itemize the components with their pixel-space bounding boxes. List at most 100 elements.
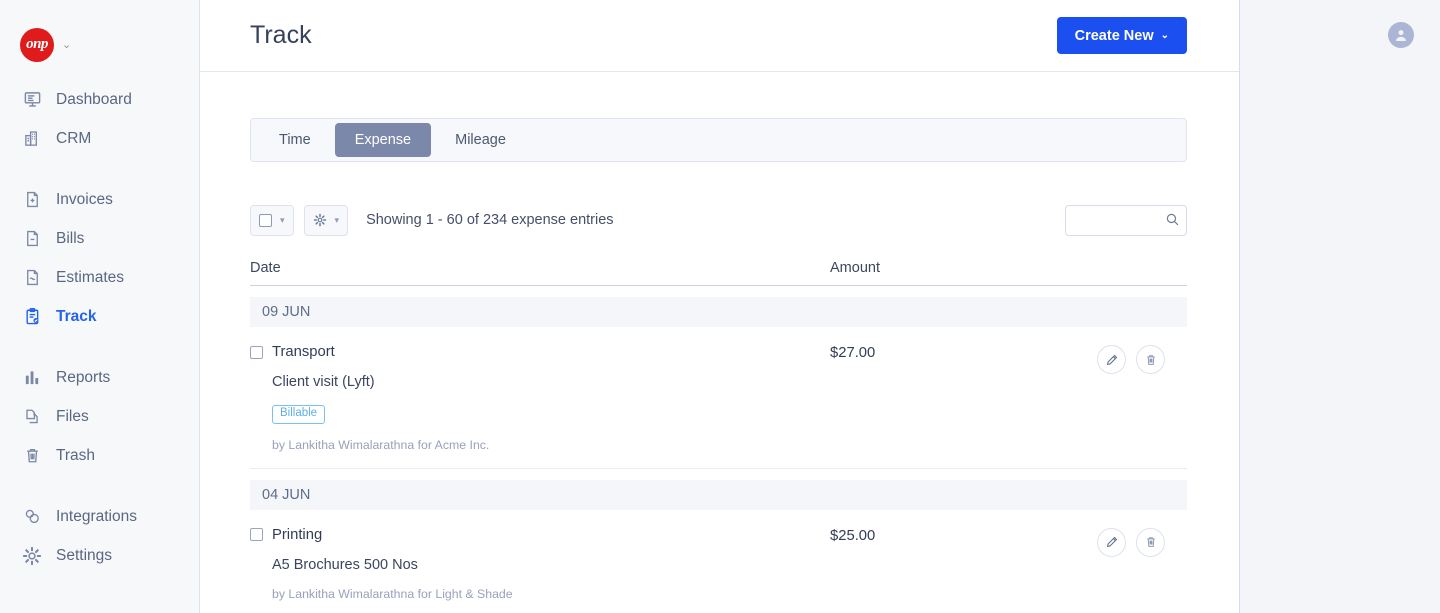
row-checkbox[interactable]: [250, 528, 263, 541]
sidebar-group-billing: Invoices Bills Estimates Track: [0, 180, 199, 336]
sidebar-item-trash[interactable]: Trash: [0, 436, 199, 475]
sidebar-item-label: Invoices: [56, 190, 113, 208]
chevron-down-icon: ⌄: [1160, 30, 1169, 41]
document-minus-icon: [22, 229, 42, 249]
entry-byline: by Lankitha Wimalarathna for Acme Inc.: [272, 437, 490, 452]
entry-details: Printing A5 Brochures 500 Nos by Lankith…: [250, 527, 830, 601]
right-rail: [1240, 0, 1440, 613]
entry-category: Transport: [272, 344, 335, 360]
bar-chart-icon: [22, 368, 42, 388]
delete-button[interactable]: [1136, 345, 1165, 374]
sidebar-item-estimates[interactable]: Estimates: [0, 258, 199, 297]
entry-title-row: Printing: [250, 527, 830, 543]
create-new-button[interactable]: Create New ⌄: [1056, 17, 1187, 54]
page-title: Track: [250, 21, 312, 49]
trash-icon: [22, 446, 42, 466]
files-icon: [22, 407, 42, 427]
row-actions: [1080, 527, 1187, 601]
select-all-dropdown[interactable]: ▾: [250, 204, 294, 236]
trash-icon: [1144, 535, 1158, 549]
track-tabs: Time Expense Mileage: [250, 118, 1187, 162]
entry-byline: by Lankitha Wimalarathna for Light & Sha…: [272, 586, 513, 601]
status-badge: Billable: [272, 405, 326, 424]
sidebar-nav: Dashboard CRM Invoices Bills Estimates T…: [0, 72, 199, 575]
sidebar-item-track[interactable]: Track: [0, 297, 199, 336]
clipboard-check-icon: [22, 307, 42, 327]
sidebar-item-label: Settings: [56, 546, 113, 564]
gear-icon: [313, 213, 327, 227]
sidebar-divider: [0, 158, 199, 180]
tab-expense[interactable]: Expense: [334, 123, 432, 157]
page-header: Track Create New ⌄: [200, 0, 1239, 72]
entry-amount: $25.00: [830, 527, 876, 544]
results-count: Showing 1 - 60 of 234 expense entries: [366, 212, 614, 228]
document-plus-icon: [22, 190, 42, 210]
checkbox-icon[interactable]: [259, 213, 272, 227]
sidebar-item-settings[interactable]: Settings: [0, 536, 199, 575]
bulk-actions-dropdown[interactable]: ▾: [303, 204, 349, 236]
pencil-icon: [1105, 353, 1119, 367]
entry-badges: Billable: [272, 403, 830, 424]
document-wave-icon: [22, 268, 42, 288]
sidebar-group-system: Integrations Settings: [0, 497, 199, 575]
chevron-down-icon: ▾: [334, 214, 340, 225]
table-header-row: Date Amount: [250, 260, 1187, 286]
sidebar-group-main: Dashboard CRM: [0, 80, 199, 158]
sidebar-item-label: Trash: [56, 446, 96, 464]
trash-icon: [1144, 353, 1158, 367]
gear-icon: [22, 546, 42, 566]
entry-title-row: Transport: [250, 344, 830, 360]
pencil-icon: [1105, 535, 1119, 549]
chevron-down-icon: ▾: [280, 214, 285, 225]
tab-time[interactable]: Time: [259, 123, 331, 157]
edit-button[interactable]: [1097, 527, 1126, 557]
search-box: [1065, 204, 1187, 236]
entry-description: Client visit (Lyft): [272, 374, 375, 390]
brand-switcher[interactable]: onp ⌄: [0, 0, 199, 72]
dashboard-icon: [22, 90, 42, 110]
building-icon: [22, 129, 42, 149]
date-group-header: 04 JUN: [250, 479, 1187, 510]
table-row: Transport Client visit (Lyft) Billable b…: [250, 327, 1187, 469]
column-header-date: Date: [250, 260, 281, 276]
column-header-amount: Amount: [830, 260, 880, 276]
sidebar-item-label: Track: [56, 307, 97, 325]
chevron-down-icon[interactable]: ⌄: [62, 40, 71, 51]
sidebar-item-label: Files: [56, 407, 89, 425]
integrations-icon: [22, 507, 42, 527]
sidebar-item-label: Integrations: [56, 507, 137, 525]
entry-description: A5 Brochures 500 Nos: [272, 556, 418, 573]
date-group-header: 09 JUN: [250, 297, 1187, 327]
avatar[interactable]: [1388, 22, 1414, 48]
app-logo-text: onp: [26, 36, 48, 52]
entry-category: Printing: [272, 526, 323, 543]
create-new-label: Create New: [1074, 27, 1154, 44]
sidebar-item-invoices[interactable]: Invoices: [0, 180, 199, 219]
tab-mileage[interactable]: Mileage: [435, 123, 526, 157]
expense-table: Date Amount 09 JUN Transport Client visi…: [250, 260, 1187, 613]
sidebar-item-bills[interactable]: Bills: [0, 219, 199, 258]
sidebar-divider: [0, 336, 199, 358]
sidebar: onp ⌄ Dashboard CRM Invoices Bills Estim…: [0, 0, 200, 613]
search-input[interactable]: [1065, 204, 1187, 236]
sidebar-item-crm[interactable]: CRM: [0, 119, 199, 158]
table-row: Printing A5 Brochures 500 Nos by Lankith…: [250, 510, 1187, 613]
sidebar-divider: [0, 475, 199, 497]
sidebar-item-label: CRM: [56, 129, 92, 147]
user-avatar-icon: [1393, 27, 1409, 43]
delete-button[interactable]: [1136, 527, 1165, 557]
sidebar-item-reports[interactable]: Reports: [0, 358, 199, 397]
page-body: Time Expense Mileage ▾ ▾ Showing 1 - 60 …: [200, 72, 1239, 613]
sidebar-item-files[interactable]: Files: [0, 397, 199, 436]
main-region: Track Create New ⌄ Time Expense Mileage: [200, 0, 1440, 613]
sidebar-item-dashboard[interactable]: Dashboard: [0, 80, 199, 119]
app-root: onp ⌄ Dashboard CRM Invoices Bills Estim…: [0, 0, 1440, 613]
sidebar-item-label: Dashboard: [56, 90, 132, 108]
list-toolbar: ▾ ▾ Showing 1 - 60 of 234 expense entrie…: [250, 204, 1187, 236]
sidebar-item-integrations[interactable]: Integrations: [0, 497, 199, 536]
app-logo: onp: [20, 27, 54, 62]
row-actions: [1080, 344, 1187, 452]
row-checkbox[interactable]: [250, 345, 263, 359]
edit-button[interactable]: [1097, 345, 1126, 374]
sidebar-group-data: Reports Files Trash: [0, 358, 199, 475]
